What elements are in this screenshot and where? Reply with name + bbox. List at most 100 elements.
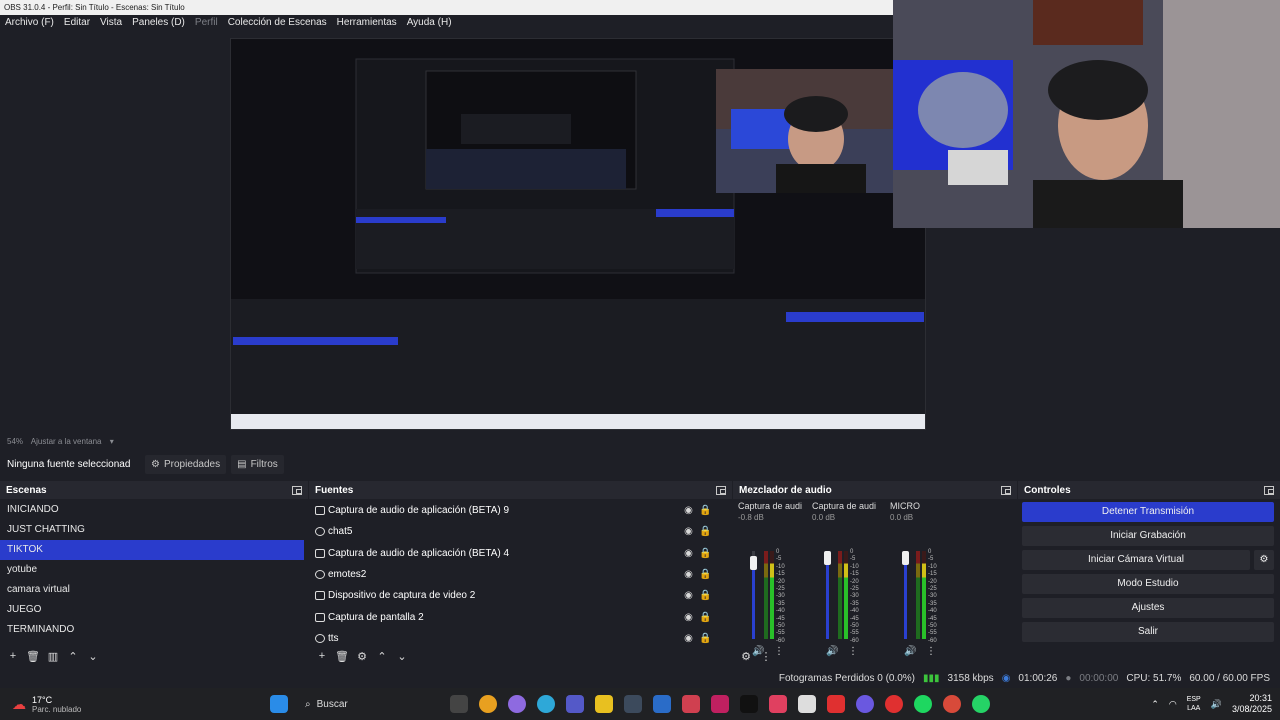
arrow-up-icon[interactable]: ⌃ [375, 650, 389, 663]
file-icon[interactable] [798, 695, 816, 713]
menu-vista[interactable]: Vista [95, 15, 127, 31]
scale-tick: -50 [776, 623, 785, 630]
lock-icon[interactable]: 🔒 [697, 633, 714, 644]
arrow-down-icon[interactable]: ⌄ [86, 650, 100, 663]
app-icon[interactable] [711, 695, 729, 713]
whatsapp-icon[interactable] [972, 695, 990, 713]
menu-editar[interactable]: Editar [59, 15, 95, 31]
lock-icon[interactable]: 🔒 [697, 569, 714, 580]
source-item[interactable]: emotes2 ◉ 🔒 [309, 564, 732, 585]
eye-icon[interactable]: ◉ [680, 612, 697, 623]
volume-icon[interactable]: 🔊 [904, 646, 916, 657]
eye-icon[interactable]: ◉ [680, 548, 697, 559]
language-indicator[interactable]: ESP LAA [1187, 695, 1201, 713]
tiktok-icon[interactable] [740, 695, 758, 713]
menu-archivo[interactable]: Archivo (F) [0, 15, 59, 31]
spotify-icon[interactable] [914, 695, 932, 713]
steam-icon[interactable] [624, 695, 642, 713]
settings-button[interactable]: Ajustes [1022, 598, 1274, 618]
volume-slider-knob[interactable] [902, 551, 909, 565]
scene-item[interactable]: camara virtual [0, 580, 308, 600]
lock-icon[interactable]: 🔒 [697, 590, 714, 601]
trash-icon[interactable]: 🗑 [26, 650, 40, 663]
chrome-icon[interactable] [943, 695, 961, 713]
start-recording-button[interactable]: Iniciar Grabación [1022, 526, 1274, 546]
volume-icon[interactable]: 🔊 [1211, 699, 1222, 710]
file-explorer-icon[interactable] [595, 695, 613, 713]
more-icon[interactable]: ⋮ [759, 650, 773, 663]
studio-mode-button[interactable]: Modo Estudio [1022, 574, 1274, 594]
add-icon[interactable]: + [315, 650, 329, 662]
more-icon[interactable]: ⋮ [774, 646, 784, 657]
undock-icon[interactable] [1264, 485, 1274, 495]
more-icon[interactable]: ⋮ [926, 646, 936, 657]
volume-icon[interactable]: 🔊 [826, 646, 838, 657]
gear-icon[interactable]: ⚙ [739, 650, 753, 663]
yandex-icon[interactable] [827, 695, 845, 713]
chrome-icon[interactable] [885, 695, 903, 713]
eye-icon[interactable]: ◉ [680, 505, 697, 516]
lock-icon[interactable]: 🔒 [697, 526, 714, 537]
chevron-down-icon[interactable]: ▾ [110, 437, 114, 446]
filter-icon[interactable]: ▥ [46, 650, 60, 663]
eye-icon[interactable]: ◉ [680, 633, 697, 644]
trash-icon[interactable]: 🗑 [335, 650, 349, 663]
source-label: Dispositivo de captura de video 2 [328, 590, 476, 602]
start-virtual-camera-button[interactable]: Iniciar Cámara Virtual [1022, 550, 1250, 570]
taskbar-search[interactable]: ⌕ Buscar [299, 693, 439, 715]
lock-icon[interactable]: 🔒 [697, 505, 714, 516]
add-icon[interactable]: + [6, 650, 20, 662]
arrow-down-icon[interactable]: ⌄ [395, 650, 409, 663]
menu-herramientas[interactable]: Herramientas [332, 15, 402, 31]
copilot-icon[interactable] [508, 695, 526, 713]
menu-coleccion-escenas[interactable]: Colección de Escenas [223, 15, 332, 31]
undock-icon[interactable] [716, 485, 726, 495]
eye-icon[interactable]: ◉ [680, 526, 697, 537]
app-icon[interactable] [769, 695, 787, 713]
menu-ayuda[interactable]: Ayuda (H) [402, 15, 457, 31]
eye-icon[interactable]: ◉ [680, 569, 697, 580]
scene-item[interactable]: JUEGO [0, 600, 308, 620]
volume-slider-knob[interactable] [750, 555, 757, 570]
lock-icon[interactable]: 🔒 [697, 612, 714, 623]
stop-stream-button[interactable]: Detener Transmisión [1022, 502, 1274, 522]
source-item[interactable]: Captura de audio de aplicación (BETA) 4 … [309, 543, 732, 564]
menu-paneles[interactable]: Paneles (D) [127, 15, 190, 31]
task-view-icon[interactable] [450, 695, 468, 713]
scene-item[interactable]: INICIANDO [0, 500, 308, 520]
scene-item[interactable]: yotube [0, 560, 308, 580]
scene-item-selected[interactable]: TIKTOK [0, 540, 304, 560]
edge-icon[interactable] [537, 695, 555, 713]
teams-icon[interactable] [566, 695, 584, 713]
menu-perfil[interactable]: Perfil [190, 15, 223, 31]
fit-window-label[interactable]: Ajustar a la ventana [31, 437, 102, 446]
undock-icon[interactable] [1001, 485, 1011, 495]
exit-button[interactable]: Salir [1022, 622, 1274, 642]
chevron-up-icon[interactable]: ⌃ [1151, 699, 1159, 710]
undock-icon[interactable] [292, 485, 302, 495]
scene-item[interactable]: TERMINANDO [0, 620, 308, 640]
properties-button[interactable]: ⚙ Propiedades [145, 455, 227, 474]
scene-item[interactable]: JUST CHATTING [0, 520, 308, 540]
volume-slider-knob[interactable] [824, 551, 831, 565]
app-icon[interactable] [682, 695, 700, 713]
gear-icon[interactable]: ⚙ [1254, 550, 1274, 570]
filters-button[interactable]: ▤ Filtros [231, 455, 284, 474]
chrome-icon[interactable] [479, 695, 497, 713]
source-item[interactable]: Captura de pantalla 2 ◉ 🔒 [309, 606, 732, 627]
windows-start-icon[interactable] [270, 695, 288, 713]
source-item[interactable]: Captura de audio de aplicación (BETA) 9 … [309, 500, 732, 521]
gear-icon[interactable]: ⚙ [355, 650, 369, 663]
clock[interactable]: 20:31 3/08/2025 [1232, 693, 1272, 715]
scale-tick: -35 [928, 600, 937, 607]
wifi-icon[interactable]: ◠ [1169, 699, 1177, 710]
arrow-up-icon[interactable]: ⌃ [66, 650, 80, 663]
source-item[interactable]: Dispositivo de captura de video 2 ◉ 🔒 [309, 585, 732, 606]
eye-icon[interactable]: ◉ [680, 590, 697, 601]
source-item[interactable]: chat5 ◉ 🔒 [309, 521, 732, 542]
more-icon[interactable]: ⋮ [848, 646, 858, 657]
store-icon[interactable] [653, 695, 671, 713]
lock-icon[interactable]: 🔒 [697, 548, 714, 559]
obs-icon[interactable] [856, 695, 874, 713]
weather-widget[interactable]: ☁ 17°C Parc. nublado [0, 695, 270, 714]
